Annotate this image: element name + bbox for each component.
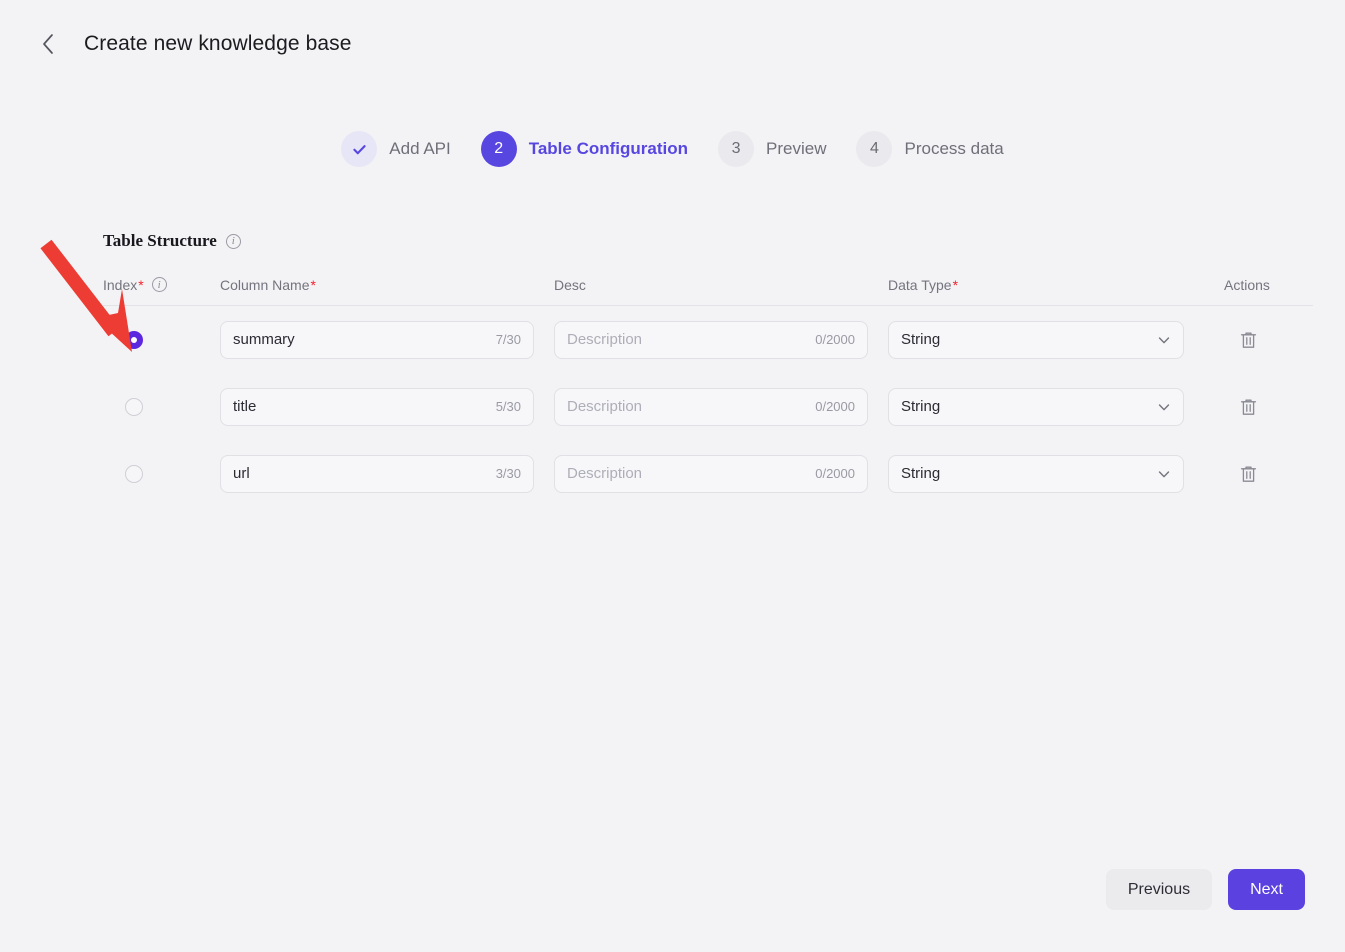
- step-table-configuration[interactable]: 2 Table Configuration: [481, 131, 688, 167]
- check-icon: [351, 141, 368, 158]
- step-process-data[interactable]: 4 Process data: [856, 131, 1003, 167]
- column-name-value-row-3: url: [233, 465, 488, 482]
- chevron-down-icon: [1157, 333, 1171, 347]
- column-name-input-row-1[interactable]: summary 7/30: [220, 321, 534, 359]
- delete-row-button-row-3[interactable]: [1236, 462, 1260, 486]
- row-2-actions-cell: [1224, 395, 1313, 419]
- row-2-index-cell: [103, 398, 220, 416]
- chevron-down-icon: [1157, 400, 1171, 414]
- back-button[interactable]: [30, 26, 66, 62]
- row-3-index-cell: [103, 465, 220, 483]
- table-row: url 3/30 Description 0/2000 String: [103, 440, 1313, 507]
- index-radio-row-1[interactable]: [125, 331, 143, 349]
- data-type-value-row-1: String: [901, 331, 1157, 348]
- delete-row-button-row-1[interactable]: [1236, 328, 1260, 352]
- column-name-counter-row-1: 7/30: [496, 332, 521, 347]
- row-3-type-cell: String: [888, 455, 1224, 493]
- data-type-select-row-1[interactable]: String: [888, 321, 1184, 359]
- previous-button[interactable]: Previous: [1106, 869, 1212, 910]
- index-radio-row-2[interactable]: [125, 398, 143, 416]
- trash-icon: [1240, 465, 1257, 483]
- step-3-label: Preview: [766, 139, 826, 159]
- header-data-type: Data Type*: [888, 277, 1224, 293]
- row-1-name-cell: summary 7/30: [220, 321, 554, 359]
- step-4-badge: 4: [856, 131, 892, 167]
- table-row: summary 7/30 Description 0/2000 String: [103, 306, 1313, 373]
- wizard-stepper: Add API 2 Table Configuration 3 Preview …: [0, 131, 1345, 167]
- row-3-actions-cell: [1224, 462, 1313, 486]
- data-type-select-row-3[interactable]: String: [888, 455, 1184, 493]
- header-index: Index* i: [103, 277, 220, 293]
- create-knowledge-base-page: Create new knowledge base Add API 2 Tabl…: [0, 0, 1345, 952]
- header-desc: Desc: [554, 277, 888, 293]
- table-structure-heading: Table Structure i: [103, 231, 241, 251]
- row-3-desc-cell: Description 0/2000: [554, 455, 888, 493]
- header-index-label: Index: [103, 277, 137, 293]
- header-column-name: Column Name*: [220, 277, 554, 293]
- header-data-type-required: *: [953, 277, 958, 293]
- step-1-label: Add API: [389, 139, 450, 159]
- row-3-name-cell: url 3/30: [220, 455, 554, 493]
- description-input-row-1[interactable]: Description 0/2000: [554, 321, 868, 359]
- index-radio-row-3[interactable]: [125, 465, 143, 483]
- step-add-api[interactable]: Add API: [341, 131, 450, 167]
- trash-icon: [1240, 398, 1257, 416]
- index-info-icon[interactable]: i: [152, 277, 167, 292]
- description-counter-row-3: 0/2000: [815, 466, 855, 481]
- chevron-left-icon: [41, 33, 55, 55]
- column-name-input-row-2[interactable]: title 5/30: [220, 388, 534, 426]
- column-name-counter-row-2: 5/30: [496, 399, 521, 414]
- step-3-badge: 3: [718, 131, 754, 167]
- row-1-desc-cell: Description 0/2000: [554, 321, 888, 359]
- description-input-row-2[interactable]: Description 0/2000: [554, 388, 868, 426]
- column-name-value-row-1: summary: [233, 331, 488, 348]
- column-name-value-row-2: title: [233, 398, 488, 415]
- data-type-value-row-3: String: [901, 465, 1157, 482]
- row-1-type-cell: String: [888, 321, 1224, 359]
- delete-row-button-row-2[interactable]: [1236, 395, 1260, 419]
- header-data-type-label: Data Type: [888, 277, 952, 293]
- step-preview[interactable]: 3 Preview: [718, 131, 826, 167]
- trash-icon: [1240, 331, 1257, 349]
- step-2-label: Table Configuration: [529, 139, 688, 159]
- header-index-required: *: [138, 277, 143, 293]
- next-button[interactable]: Next: [1228, 869, 1305, 910]
- column-name-input-row-3[interactable]: url 3/30: [220, 455, 534, 493]
- row-1-actions-cell: [1224, 328, 1313, 352]
- chevron-down-icon: [1157, 467, 1171, 481]
- header-column-name-label: Column Name: [220, 277, 309, 293]
- wizard-footer: Previous Next: [1106, 869, 1305, 910]
- table-structure-table: Index* i Column Name* Desc Data Type* Ac…: [103, 272, 1313, 507]
- row-2-name-cell: title 5/30: [220, 388, 554, 426]
- row-2-type-cell: String: [888, 388, 1224, 426]
- row-1-index-cell: [103, 331, 220, 349]
- table-structure-info-icon[interactable]: i: [226, 234, 241, 249]
- step-4-label: Process data: [904, 139, 1003, 159]
- table-header-row: Index* i Column Name* Desc Data Type* Ac…: [103, 272, 1313, 306]
- description-counter-row-1: 0/2000: [815, 332, 855, 347]
- page-title: Create new knowledge base: [84, 32, 352, 56]
- step-1-badge: [341, 131, 377, 167]
- data-type-value-row-2: String: [901, 398, 1157, 415]
- header-actions: Actions: [1224, 277, 1313, 293]
- description-placeholder-row-2: Description: [567, 398, 807, 415]
- description-placeholder-row-3: Description: [567, 465, 807, 482]
- description-counter-row-2: 0/2000: [815, 399, 855, 414]
- section-title: Table Structure: [103, 231, 217, 251]
- row-2-desc-cell: Description 0/2000: [554, 388, 888, 426]
- page-header: Create new knowledge base: [30, 26, 352, 62]
- step-2-badge: 2: [481, 131, 517, 167]
- description-placeholder-row-1: Description: [567, 331, 807, 348]
- data-type-select-row-2[interactable]: String: [888, 388, 1184, 426]
- header-column-name-required: *: [310, 277, 315, 293]
- table-row: title 5/30 Description 0/2000 String: [103, 373, 1313, 440]
- column-name-counter-row-3: 3/30: [496, 466, 521, 481]
- description-input-row-3[interactable]: Description 0/2000: [554, 455, 868, 493]
